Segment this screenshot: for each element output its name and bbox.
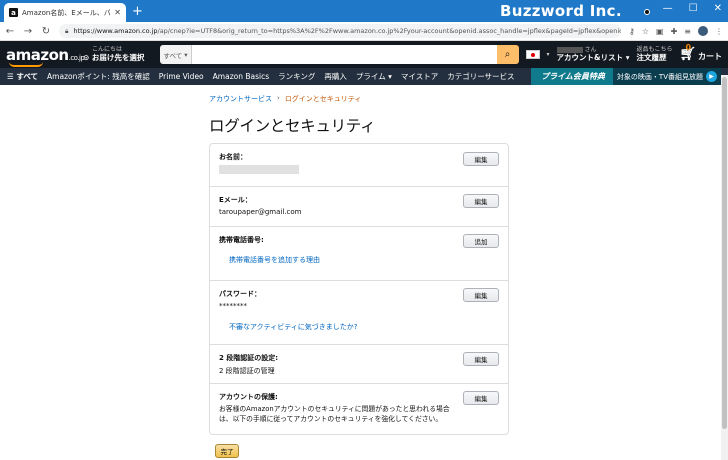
row-email: Eメール： taroupaper@gmail.com 編集 [210, 186, 508, 226]
redacted-name-value [219, 165, 299, 174]
done-button[interactable]: 完了 [215, 444, 239, 458]
tab-title: Amazon名前、Eメール、パスワードを… [22, 8, 111, 17]
browser-tabbar: a Amazon名前、Eメール、パスワードを… ✕ + Buzzword Inc… [0, 0, 728, 22]
lock-icon: 🔒︎ [65, 26, 69, 35]
prime-banner[interactable]: プライム会員特典 対象の映画・TV番組見放題 ▶ [531, 68, 721, 85]
browser-tab[interactable]: a Amazon名前、Eメール、パスワードを… ✕ [4, 3, 126, 22]
main-content: アカウントサービス › ログインとセキュリティ ログインとセキュリティ お名前：… [209, 85, 509, 458]
maximize-icon[interactable]: ☐ [689, 3, 698, 14]
reload-icon[interactable]: ↻ [41, 26, 51, 37]
brand-watermark: Buzzword Inc. [500, 2, 622, 20]
nav-item-rebuy[interactable]: 再購入 [324, 71, 347, 82]
returns-orders[interactable]: 返品もこちら 注文履歴 [636, 46, 672, 62]
cart-count: 0 [685, 43, 692, 52]
breadcrumb-current: ログインとセキュリティ [284, 95, 362, 103]
settings-card: お名前： 編集 Eメール： taroupaper@gmail.com 編集 携帯… [209, 143, 509, 435]
logo-smile-icon [9, 62, 43, 67]
amazon-header: amazon.co.jp こんにちは ⊙ お届け先を選択 すべて ▾ ⌕ ▾ さ… [0, 41, 728, 68]
extension-icon[interactable]: ▣ [656, 27, 664, 36]
page-title: ログインとセキュリティ [209, 117, 376, 135]
add-phone-button[interactable]: 追加 [463, 234, 499, 248]
japan-flag-icon[interactable] [525, 50, 540, 59]
account-lists[interactable]: さん アカウント&リスト ▾ [556, 46, 629, 62]
window-controls: — ☐ ✕ [663, 3, 722, 14]
nav-item-prime[interactable]: プライム ▾ [356, 71, 392, 82]
nav-item-points[interactable]: Amazonポイント: 残高を確認 [47, 71, 150, 82]
breadcrumb: アカウントサービス › ログインとセキュリティ [209, 94, 362, 104]
close-window-icon[interactable]: ✕ [714, 3, 722, 14]
row-password: パスワード： ******** 不審なアクティビティに気づきましたか? 編集 [210, 280, 508, 344]
why-add-phone-link[interactable]: 携帯電話番号を追加する理由 [219, 255, 499, 265]
nav-item-category-service[interactable]: カテゴリーサービス [447, 71, 514, 82]
minimize-icon[interactable]: — [663, 3, 673, 14]
back-icon[interactable]: ← [5, 26, 15, 37]
row-name: お名前： 編集 [210, 144, 508, 186]
nav-item-my-store[interactable]: マイストア [401, 71, 438, 82]
search-input[interactable] [192, 45, 497, 64]
url-path: /ap/cnep?ie=UTF8&orig_return_to=https%3A… [157, 27, 622, 35]
nav-item-prime-video[interactable]: Prime Video [159, 72, 204, 81]
cart-icon: 🛒︎ 0 [679, 43, 696, 62]
email-value: taroupaper@gmail.com [219, 208, 302, 216]
puzzle-icon[interactable]: ✚ [671, 27, 678, 36]
edit-protection-button[interactable]: 編集 [463, 391, 499, 405]
edit-two-step-button[interactable]: 編集 [463, 352, 499, 366]
deliver-to[interactable]: こんにちは ⊙ お届け先を選択 [83, 46, 153, 62]
prime-benefits: プライム会員特典 [531, 68, 613, 85]
language-dropdown-icon[interactable]: ▾ [547, 51, 550, 58]
search-bar: すべて ▾ ⌕ [160, 45, 519, 64]
play-icon: ▶ [706, 71, 717, 82]
nav-item-ranking[interactable]: ランキング [278, 71, 315, 82]
account-protection-desc: お客様のAmazonアカウントのセキュリティに問題があったと思われる場合は、以下… [219, 405, 450, 423]
two-step-value: 2 段階認証の管理 [219, 367, 275, 375]
profile-avatar[interactable] [698, 26, 708, 36]
amazon-logo[interactable]: amazon.co.jp [6, 46, 85, 67]
row-phone: 携帯電話番号: 携帯電話番号を追加する理由 追加 [210, 226, 508, 280]
tab-close-icon[interactable]: ✕ [114, 8, 121, 17]
brand-dot-icon [644, 9, 650, 15]
address-bar: ← → ↻ 🔒︎ https://www.amazon.co.jp/ap/cne… [0, 22, 728, 41]
row-two-step: 2 段階認証の設定: 2 段階認証の管理 編集 [210, 344, 508, 383]
star-icon[interactable]: ☆ [642, 27, 649, 36]
edit-email-button[interactable]: 編集 [463, 194, 499, 208]
row-account-protection: アカウントの保護: お客様のAmazonアカウントのセキュリティに問題があったと… [210, 383, 508, 434]
password-value: ******** [219, 302, 247, 310]
extensions-area: ⚷ ☆ ▣ ✚ ≡ ⋮ [629, 26, 723, 36]
prime-sub: 対象の映画・TV番組見放題 ▶ [612, 68, 721, 85]
amazon-favicon-icon: a [9, 8, 18, 17]
url-input[interactable]: 🔒︎ https://www.amazon.co.jp/ap/cnep?ie=U… [59, 24, 621, 38]
edit-password-button[interactable]: 編集 [463, 288, 499, 302]
page-scrollbar[interactable] [721, 75, 728, 460]
search-icon[interactable]: ⌕ [496, 45, 519, 64]
redacted-name [556, 46, 583, 53]
nav-all-menu[interactable]: ☰ すべて [7, 71, 38, 82]
suspicious-activity-link[interactable]: 不審なアクティビティに気づきましたか? [219, 322, 499, 332]
kebab-menu-icon[interactable]: ⋮ [715, 27, 723, 36]
new-tab-icon[interactable]: + [132, 4, 143, 19]
forward-icon[interactable]: → [23, 26, 33, 37]
search-category-select[interactable]: すべて ▾ [160, 45, 192, 64]
breadcrumb-account-service[interactable]: アカウントサービス [209, 94, 272, 104]
edit-name-button[interactable]: 編集 [463, 152, 499, 166]
url-host: https://www.amazon.co.jp [73, 27, 158, 35]
amazon-nav: ☰ すべて Amazonポイント: 残高を確認 Prime Video Amaz… [0, 68, 728, 85]
nav-item-amazon-basics[interactable]: Amazon Basics [213, 72, 269, 81]
cart-button[interactable]: 🛒︎ 0 カート [679, 43, 722, 62]
key-icon[interactable]: ⚷ [629, 27, 635, 36]
menu-list-icon[interactable]: ≡ [684, 27, 691, 36]
